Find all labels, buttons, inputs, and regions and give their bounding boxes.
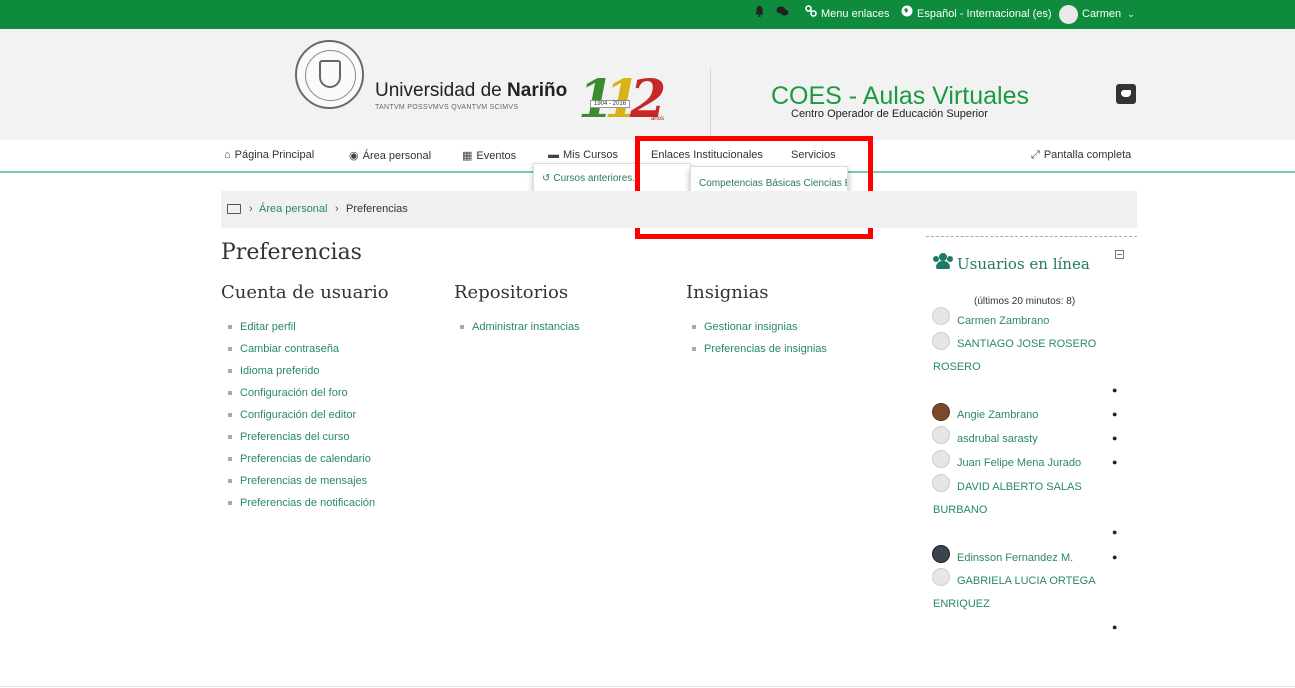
top-bar: Menu enlaces Español - Internacional (es…: [0, 0, 1295, 29]
breadcrumb-separator: ›: [249, 203, 253, 215]
breadcrumb-separator: ›: [335, 203, 339, 215]
folder-icon: [227, 204, 241, 214]
user-name: Carmen: [1082, 8, 1122, 20]
footer-divider: [0, 686, 1295, 687]
anniversary-logo: 112 1904 - 2016 años: [578, 70, 673, 128]
section-title-user-account: Cuenta de usuario: [221, 282, 389, 303]
nav-services[interactable]: Servicios: [791, 149, 836, 161]
breadcrumb-dashboard[interactable]: Área personal: [259, 203, 328, 215]
nav-home[interactable]: ⌂ Página Principal: [224, 149, 314, 161]
breadcrumb: › Área personal › Preferencias: [221, 191, 1137, 228]
section-title-repositories: Repositorios: [454, 282, 569, 303]
online-user[interactable]: Edinsson Fernandez M.: [957, 552, 1073, 564]
avatar: [932, 545, 950, 563]
avatar: [932, 568, 950, 586]
collapse-block-icon[interactable]: [1115, 250, 1124, 259]
list-item[interactable]: Preferencias del curso: [224, 430, 375, 452]
online-user[interactable]: GABRIELA LUCIA ORTEGA: [957, 575, 1096, 587]
list-item[interactable]: Cambiar contraseña: [224, 342, 375, 364]
chat-icon[interactable]: ●: [1112, 457, 1117, 467]
chat-icon[interactable]: ●: [1112, 552, 1117, 562]
globe-icon: [901, 0, 913, 29]
page-title: Preferencias: [221, 240, 362, 265]
university-motto: TANTVM POSSVMVS QVANTVM SCIMVS: [375, 104, 519, 111]
breadcrumb-current: Preferencias: [346, 203, 408, 215]
menu-links-label: Menu enlaces: [821, 8, 890, 20]
chat-icon[interactable]: ●: [1112, 622, 1117, 632]
list-item[interactable]: Administrar instancias: [456, 320, 580, 342]
avatar: [932, 474, 950, 492]
user-avatar[interactable]: [1059, 5, 1078, 24]
repositories-links: Administrar instancias: [456, 320, 580, 342]
anniversary-label: años: [651, 116, 665, 122]
avatar: [932, 403, 950, 421]
user-menu[interactable]: Carmen ⌄: [1082, 0, 1135, 29]
nav-institutional-links[interactable]: Enlaces Institucionales: [651, 149, 763, 161]
anniversary-years: 1904 - 2016: [590, 100, 631, 108]
users-icon: [933, 253, 953, 269]
online-user[interactable]: DAVID ALBERTO SALAS: [957, 481, 1082, 493]
twitter-icon[interactable]: [1116, 84, 1136, 104]
nav-dashboard[interactable]: ◉ Área personal: [349, 149, 431, 162]
block-subtitle: (últimos 20 minutos: 8): [974, 296, 1076, 307]
university-name: Universidad de Nariño: [375, 80, 568, 101]
list-item[interactable]: Editar perfil: [224, 320, 375, 342]
menu-links[interactable]: Menu enlaces: [805, 0, 890, 29]
online-user-continued[interactable]: BURBANO: [933, 504, 987, 516]
list-item[interactable]: Preferencias de notificación: [224, 496, 375, 518]
dashboard-icon: ◉: [349, 150, 359, 162]
section-title-badges: Insignias: [686, 282, 769, 303]
user-account-links: Editar perfil Cambiar contraseña Idioma …: [224, 320, 375, 518]
language-selector[interactable]: Español - Internacional (es): [901, 0, 1052, 29]
home-icon: ⌂: [224, 149, 231, 161]
dropdown-item-previous-courses[interactable]: ↺ Cursos anteriores...: [542, 173, 641, 184]
list-item[interactable]: Configuración del foro: [224, 386, 375, 408]
chevron-down-icon: ⌄: [1127, 9, 1135, 19]
chat-icon[interactable]: ●: [1112, 433, 1117, 443]
block-title: Usuarios en línea: [957, 255, 1090, 273]
briefcase-icon: ▬: [548, 149, 559, 161]
list-item[interactable]: Preferencias de calendario: [224, 452, 375, 474]
nav-my-courses[interactable]: ▬ Mis Cursos: [548, 149, 618, 161]
chat-icon[interactable]: ●: [1112, 385, 1117, 395]
list-item[interactable]: Preferencias de insignias: [688, 342, 827, 364]
history-icon: ↺: [542, 173, 551, 184]
online-user-continued[interactable]: ROSERO: [933, 361, 981, 373]
online-user[interactable]: Angie Zambrano: [957, 409, 1038, 421]
messages-icon[interactable]: [776, 0, 789, 29]
avatar: [932, 332, 950, 350]
site-subtitle: Centro Operador de Educación Superior: [791, 108, 988, 120]
notifications-bell-icon[interactable]: [754, 0, 765, 29]
nav-events[interactable]: ▦ Eventos: [462, 149, 516, 162]
dropdown-item-competencias[interactable]: Competencias Básicas Ciencias Ex...: [699, 178, 847, 189]
list-item[interactable]: Gestionar insignias: [688, 320, 827, 342]
list-item[interactable]: Idioma preferido: [224, 364, 375, 386]
online-user[interactable]: SANTIAGO JOSE ROSERO: [957, 338, 1096, 350]
avatar: [932, 307, 950, 325]
chat-icon[interactable]: ●: [1112, 409, 1117, 419]
avatar: [932, 426, 950, 444]
chat-icon[interactable]: ●: [1112, 527, 1117, 537]
site-title[interactable]: COES - Aulas Virtuales: [771, 82, 1029, 111]
online-user[interactable]: Carmen Zambrano: [957, 315, 1049, 327]
list-item[interactable]: Preferencias de mensajes: [224, 474, 375, 496]
online-user-continued[interactable]: ENRIQUEZ: [933, 598, 990, 610]
badges-links: Gestionar insignias Preferencias de insi…: [688, 320, 827, 364]
language-label: Español - Internacional (es): [917, 8, 1052, 20]
online-user[interactable]: Juan Felipe Mena Jurado: [957, 457, 1081, 469]
calendar-icon: ▦: [462, 150, 473, 162]
university-seal-logo: [295, 40, 364, 109]
link-icon: [805, 0, 817, 29]
list-item[interactable]: Configuración del editor: [224, 408, 375, 430]
header-divider: [710, 68, 711, 138]
online-user[interactable]: asdrubal sarasty: [957, 433, 1038, 445]
expand-icon: ⤢: [1031, 149, 1040, 161]
avatar: [932, 450, 950, 468]
fullscreen-toggle[interactable]: ⤢ Pantalla completa: [1031, 149, 1131, 162]
online-users-block: Usuarios en línea (últimos 20 minutos: 8…: [926, 236, 1137, 636]
